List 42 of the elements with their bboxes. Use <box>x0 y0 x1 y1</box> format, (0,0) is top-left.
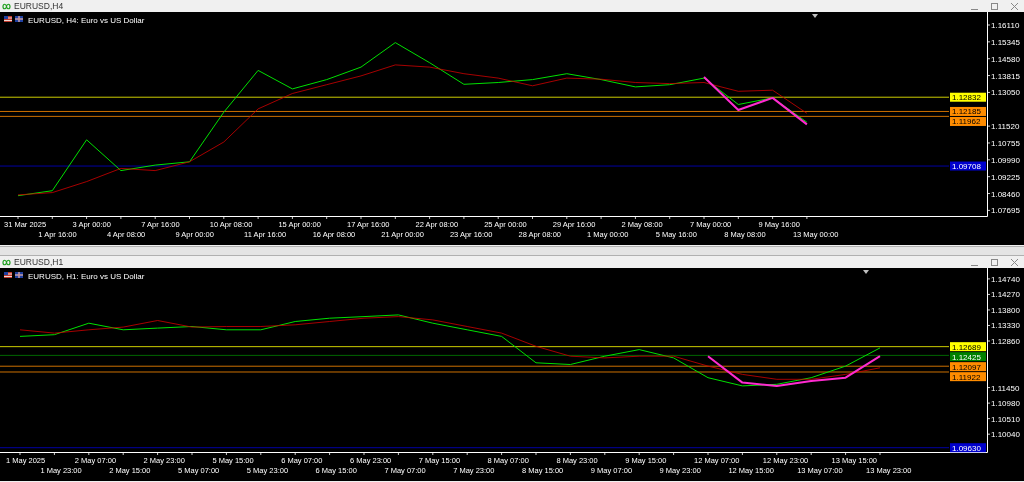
ref-line-label: 1.11922 <box>952 372 981 382</box>
chart-label: EURUSD, H1: Euro vs US Dollar <box>28 271 145 281</box>
price-label: 1.09225 <box>991 172 1020 182</box>
price-label: 1.09990 <box>991 155 1020 165</box>
price-label: 1.15345 <box>991 37 1020 47</box>
price-label: 1.13050 <box>991 88 1020 98</box>
price-tag: 1.12097 <box>950 362 986 372</box>
price-label: 1.10510 <box>991 414 1020 424</box>
price-tag: 1.09630 <box>950 443 986 453</box>
chart-label: EURUSD, H4: Euro vs US Dollar <box>28 15 145 25</box>
price-tag: 1.09708 <box>950 161 986 172</box>
price-tag: 1.12832 <box>950 92 986 103</box>
ref-line-label: 1.12689 <box>952 342 982 352</box>
ref-line-label: 1.12425 <box>952 352 982 362</box>
price-label: 1.14580 <box>991 54 1020 64</box>
ref-line-label: 1.11962 <box>952 117 981 127</box>
price-tag: 1.11962 <box>950 116 986 127</box>
ref-line-label: 1.09630 <box>952 443 982 453</box>
price-label: 1.16110 <box>991 21 1020 30</box>
ref-line-label: 1.12832 <box>952 93 982 103</box>
ref-line-label: 1.09708 <box>952 162 982 172</box>
price-label: 1.14740 <box>991 274 1020 284</box>
price-label: 1.13800 <box>991 305 1020 315</box>
price-label: 1.07695 <box>991 206 1020 216</box>
price-label: 1.11450 <box>991 383 1020 393</box>
price-label: 1.11520 <box>991 122 1020 132</box>
price-label: 1.12860 <box>991 337 1020 346</box>
window-title: EURUSD,H1 <box>14 257 64 267</box>
price-label: 1.13330 <box>991 321 1020 331</box>
ref-line-label: 1.12185 <box>952 107 982 117</box>
price-label: 1.10980 <box>991 399 1020 409</box>
price-tag: 1.12425 <box>950 352 986 362</box>
price-label: 1.08460 <box>991 189 1020 199</box>
price-tag: 1.12185 <box>950 106 986 117</box>
price-tag: 1.12689 <box>950 342 986 352</box>
price-label: 1.13815 <box>991 71 1020 81</box>
ref-line-label: 1.12097 <box>952 362 982 372</box>
price-label: 1.10755 <box>991 138 1020 148</box>
price-tag: 1.11922 <box>950 372 986 382</box>
price-label: 1.14270 <box>991 290 1020 300</box>
price-label: 1.10040 <box>991 430 1020 440</box>
window-title: EURUSD,H4 <box>14 1 64 11</box>
